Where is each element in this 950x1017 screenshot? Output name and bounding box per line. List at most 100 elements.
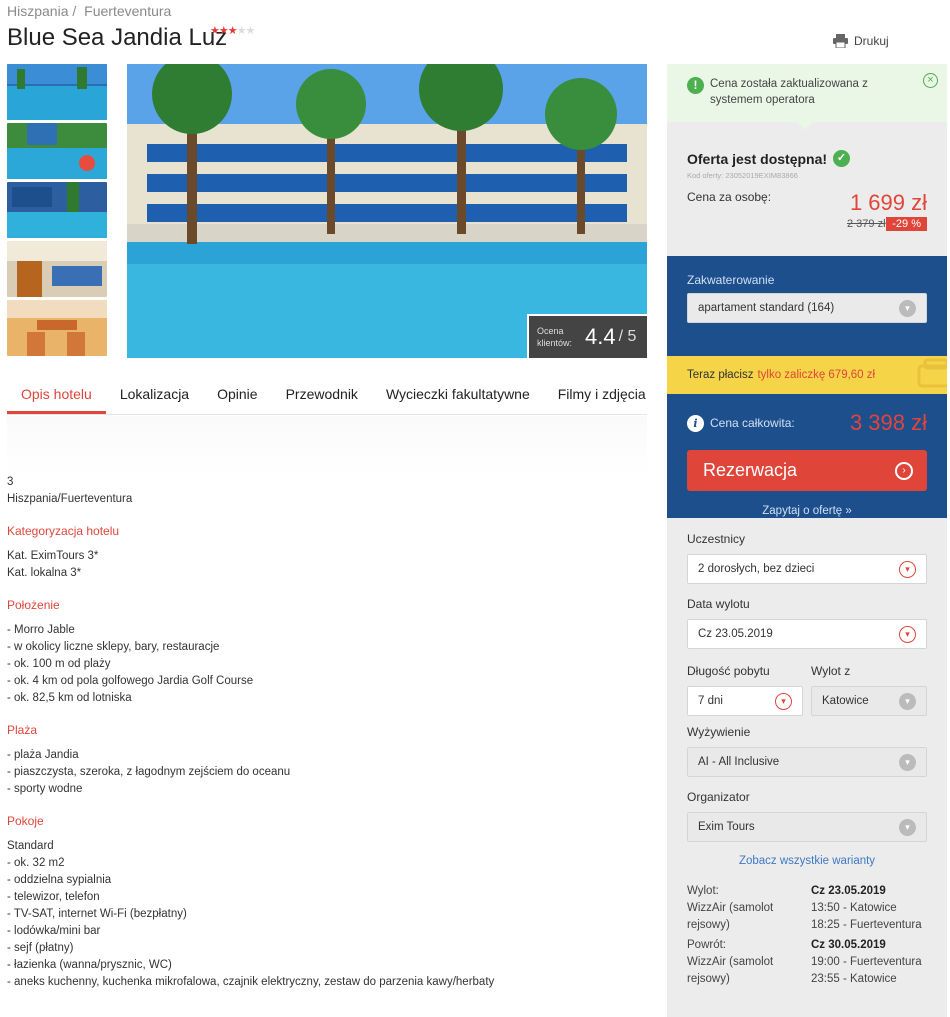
photo-thumbnails (7, 64, 107, 359)
rating-max: / 5 (618, 328, 637, 345)
category-number: 3 (7, 476, 14, 488)
see-all-variants-link[interactable]: Zobacz wszystkie warianty (687, 855, 927, 867)
section-line: - lodówka/mini bar (7, 925, 101, 937)
star-empty-icon: ★ (245, 25, 256, 37)
section-line: Kat. lokalna 3* (7, 567, 82, 579)
thumbnail-photo[interactable] (7, 123, 107, 179)
chevron-down-icon: ▾ (775, 692, 792, 710)
chevron-down-icon: ▾ (899, 560, 916, 578)
price-update-notice: ! Cena została zaktualizowana z systemem… (667, 64, 947, 130)
return-times: Cz 30.05.2019 19:00 - Fuerteventura 23:5… (811, 939, 922, 985)
tab-excursions[interactable]: Wycieczki fakultatywne (372, 378, 544, 414)
customer-rating: Ocena klientów: 4.4 / 5 (527, 314, 647, 358)
section-title: Położenie (7, 598, 60, 612)
tab-reviews[interactable]: Opinie (203, 378, 271, 414)
exclamation-icon: ! (687, 77, 704, 94)
ask-about-offer-link[interactable]: Zapytaj o ofertę » (687, 505, 927, 517)
duration-label: Długość pobytu (687, 664, 770, 678)
section-title: Plaża (7, 723, 38, 737)
tab-videos-photos[interactable]: Filmy i zdjęcia (544, 378, 660, 414)
notice-text: Cena została zaktualizowana z systemem o… (710, 78, 868, 106)
organizer-select[interactable]: Exim Tours ▾ (687, 812, 927, 842)
duration-select[interactable]: 7 dni ▾ (687, 686, 803, 716)
section-line: - piaszczysta, szeroka, z łagodnym zejśc… (7, 766, 291, 778)
arrow-right-icon: › (895, 461, 913, 480)
chevron-down-icon: ▾ (899, 625, 916, 643)
price-per-person: 1 699 zł (849, 190, 927, 215)
board-select[interactable]: AI - All Inclusive ▾ (687, 747, 927, 777)
rating-value: 4.4 (585, 324, 616, 349)
section-line: - aneks kuchenny, kuchenka mikrofalowa, … (7, 976, 495, 988)
deposit-value: tylko zaliczkę 679,60 zł (757, 369, 876, 381)
check-icon: ✓ (833, 150, 851, 167)
reserve-button[interactable]: Rezerwacja › (687, 450, 927, 491)
thumbnail-photo[interactable] (7, 182, 107, 238)
breadcrumb-region[interactable]: Fuerteventura (84, 3, 171, 19)
organizer-label: Organizator (687, 790, 750, 804)
departure-date-label: Data wylotu (687, 597, 750, 611)
section-line: - w okolicy liczne sklepy, bary, restaur… (7, 641, 220, 653)
chevron-down-icon: ▾ (899, 299, 916, 317)
hotel-stars: ★★★★★ (210, 24, 256, 37)
participants-label: Uczestnicy (687, 532, 746, 546)
total-section: i Cena całkowita: 3 398 zł Rezerwacja › … (667, 394, 947, 518)
thumbnail-photo[interactable] (7, 241, 107, 297)
location-text: Hiszpania/Fuerteventura (7, 493, 133, 505)
accommodation-select[interactable]: apartament standard (164) ▾ (687, 293, 927, 323)
section-line: - ok. 4 km od pola golfowego Jardia Golf… (7, 675, 254, 687)
star-empty-icon: ★ (236, 25, 247, 37)
thumbnail-photo[interactable] (7, 300, 107, 356)
section-title: Pokoje (7, 814, 44, 828)
print-button[interactable]: Drukuj (833, 34, 889, 48)
accommodation-label: Zakwaterowanie (687, 273, 775, 287)
old-price: 2 379 zł (847, 218, 886, 230)
chevron-down-icon: ▾ (899, 692, 916, 710)
section-line: - Morro Jable (7, 624, 75, 636)
rating-label: Ocena klientów: (537, 326, 573, 348)
participants-select[interactable]: 2 dorosłych, bez dzieci ▾ (687, 554, 927, 584)
deposit-text: Teraz płacisz (687, 369, 754, 381)
star-icon: ★ (227, 25, 238, 37)
departure-date-select[interactable]: Cz 23.05.2019 ▾ (687, 619, 927, 649)
total-label: i Cena całkowita: (687, 414, 795, 432)
section-line: - oddzielna sypialnia (7, 874, 112, 886)
section-line: - TV-SAT, internet Wi-Fi (bezpłatny) (7, 908, 187, 920)
main-hotel-photo[interactable]: Ocena klientów: 4.4 / 5 (127, 64, 647, 358)
offer-summary: Oferta jest dostępna! ✓ Kod oferty: 2305… (667, 122, 947, 256)
total-price: 3 398 zł (849, 410, 927, 435)
offer-status: Oferta jest dostępna! ✓ (687, 150, 927, 167)
breadcrumb-country[interactable]: Hiszpania / (7, 3, 76, 19)
price-per-person-label: Cena za osobę: (687, 190, 772, 204)
deposit-banner: Teraz płacisz tylko zaliczkę 679,60 zł (667, 356, 947, 394)
tab-shadow (7, 416, 647, 476)
close-icon[interactable]: × (923, 73, 938, 88)
section-line: - sejf (płatny) (7, 942, 74, 954)
section-line: Kat. EximTours 3* (7, 550, 99, 562)
section-line: - ok. 32 m2 (7, 857, 65, 869)
section-line: - telewizor, telefon (7, 891, 100, 903)
breadcrumb: Hiszpania / Fuerteventura (7, 3, 175, 19)
hotel-title: Blue Sea Jandia Luz (7, 24, 228, 51)
printer-icon (833, 34, 848, 48)
section-line: - ok. 100 m od plaży (7, 658, 111, 670)
tab-location[interactable]: Lokalizacja (106, 378, 203, 414)
section-line: - plaża Jandia (7, 749, 79, 761)
outbound-info: Wylot: WizzAir (samolot rejsowy) (687, 885, 774, 931)
section-line: - ok. 82,5 km od lotniska (7, 692, 132, 704)
accommodation-section: Zakwaterowanie apartament standard (164)… (667, 256, 947, 356)
star-icon: ★ (210, 25, 220, 37)
wallet-icon (917, 358, 947, 388)
discount-badge: -29 % (886, 217, 927, 231)
departure-from-label: Wylot z (811, 664, 851, 678)
section-line: - łazienka (wanna/prysznic, WC) (7, 959, 172, 971)
departure-from-select[interactable]: Katowice ▾ (811, 686, 927, 716)
trip-parameters: Uczestnicy 2 dorosłych, bez dzieci ▾ Dat… (667, 518, 947, 988)
section-line: - sporty wodne (7, 783, 83, 795)
info-icon[interactable]: i (687, 414, 704, 432)
outbound-times: Cz 23.05.2019 13:50 - Katowice 18:25 - F… (811, 885, 922, 931)
tab-hotel-description[interactable]: Opis hotelu (7, 378, 106, 414)
return-info: Powrót: WizzAir (samolot rejsowy) (687, 939, 774, 985)
thumbnail-photo[interactable] (7, 64, 107, 120)
tab-guide[interactable]: Przewodnik (272, 378, 372, 414)
chevron-down-icon: ▾ (899, 818, 916, 836)
